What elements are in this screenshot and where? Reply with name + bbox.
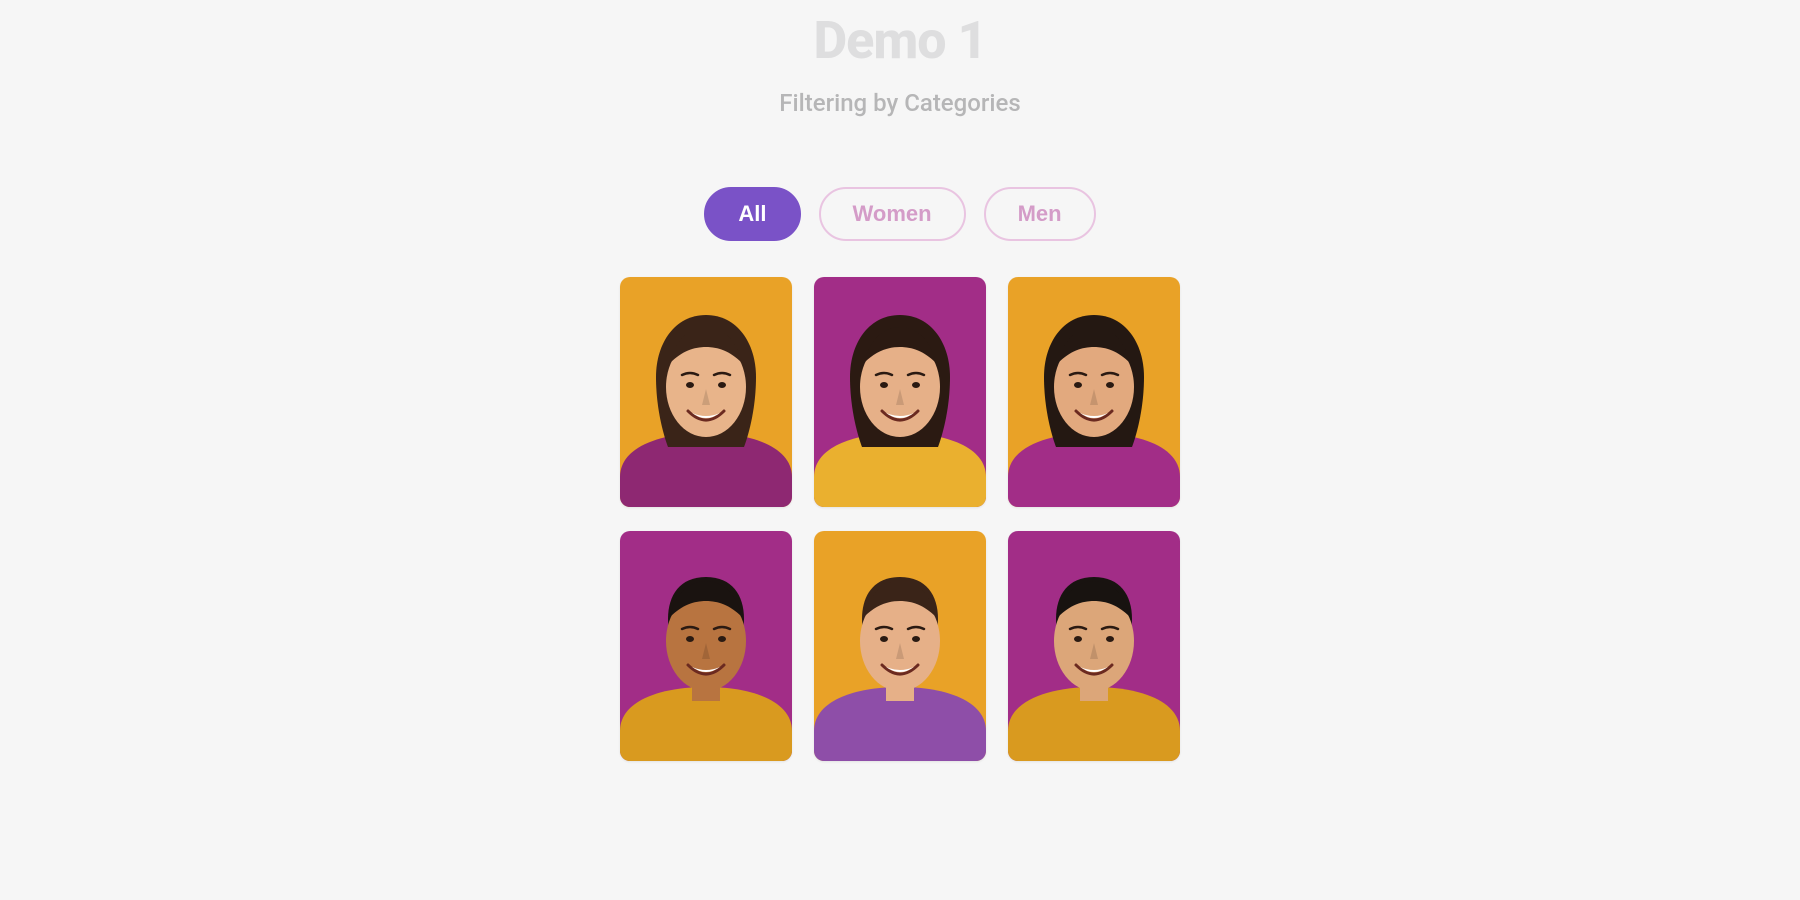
avatar-icon bbox=[814, 531, 986, 761]
avatar-icon bbox=[1008, 531, 1180, 761]
avatar-icon bbox=[620, 277, 792, 507]
filter-men-button[interactable]: Men bbox=[984, 187, 1096, 241]
filter-women-button[interactable]: Women bbox=[819, 187, 966, 241]
portrait-woman-1[interactable] bbox=[620, 277, 792, 507]
avatar-icon bbox=[1008, 277, 1180, 507]
portrait-man-3[interactable] bbox=[1008, 531, 1180, 761]
portrait-grid bbox=[620, 277, 1180, 761]
filter-bar: All Women Men bbox=[704, 187, 1095, 241]
portrait-man-1[interactable] bbox=[620, 531, 792, 761]
filter-all-button[interactable]: All bbox=[704, 187, 800, 241]
page-title: Demo 1 bbox=[813, 10, 986, 71]
portrait-man-2[interactable] bbox=[814, 531, 986, 761]
avatar-icon bbox=[814, 277, 986, 507]
portrait-woman-3[interactable] bbox=[1008, 277, 1180, 507]
portrait-woman-2[interactable] bbox=[814, 277, 986, 507]
avatar-icon bbox=[620, 531, 792, 761]
page-subtitle: Filtering by Categories bbox=[779, 89, 1020, 117]
